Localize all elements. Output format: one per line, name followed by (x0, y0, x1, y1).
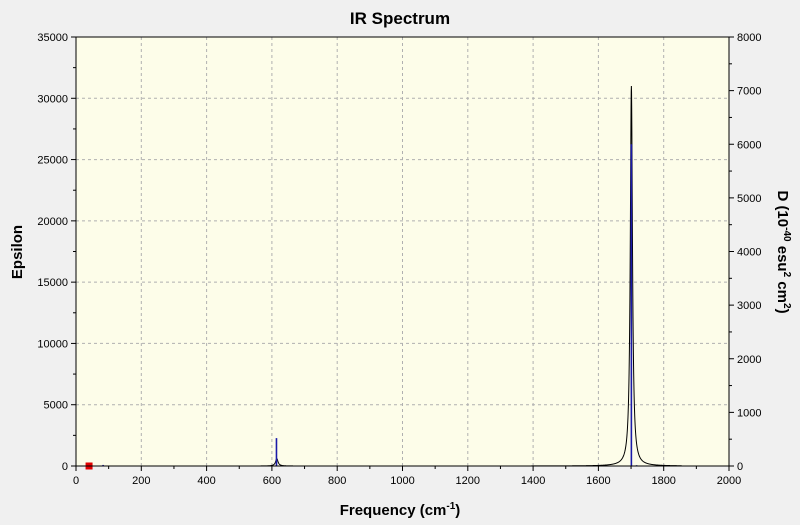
y-tick-label-4: 20000 (37, 216, 68, 228)
x-tick-label-1: 200 (132, 475, 150, 487)
x-tick-label-5: 1000 (390, 475, 414, 487)
y2-tick-label-1: 1000 (737, 407, 761, 419)
x-tick-label-10: 2000 (717, 475, 741, 487)
x-tick-label-7: 1400 (521, 475, 545, 487)
y-axis-ticks: 0 5000 10000 15000 20000 25000 30000 35000 (37, 32, 76, 473)
x-axis-label-end: ) (455, 502, 460, 519)
y-axis-label: Epsilon (9, 225, 26, 279)
ir-spectrum-chart[interactable]: 0 200 400 600 800 1000 1200 1400 1600 1800 2000 0 5… (0, 0, 800, 525)
x-tick-label-3: 600 (263, 475, 281, 487)
y-tick-label-2: 10000 (37, 338, 68, 350)
y2-axis-label-part-2: esu (774, 242, 791, 272)
y2-tick-label-4: 4000 (737, 247, 761, 259)
y2-axis-label-part-1: -40 (781, 227, 792, 242)
x-tick-label-8: 1600 (586, 475, 610, 487)
y2-axis-label-part-6: ) (774, 309, 791, 314)
x-axis-label: Frequency (cm-1) (340, 501, 461, 519)
y2-axis-label-part-4: cm (774, 277, 791, 303)
x-tick-label-2: 400 (197, 475, 215, 487)
y2-tick-label-2: 2000 (737, 354, 761, 366)
y2-axis-ticks: 0 1000 2000 3000 4000 5000 6000 7000 8000 (729, 32, 761, 473)
y-tick-label-0: 0 (62, 461, 68, 473)
y2-tick-label-7: 7000 (737, 86, 761, 98)
x-tick-label-4: 800 (328, 475, 346, 487)
ir-spectrum-window: 0 200 400 600 800 1000 1200 1400 1600 1800 2000 0 5… (0, 0, 800, 525)
y2-tick-label-3: 3000 (737, 300, 761, 312)
y-tick-label-3: 15000 (37, 277, 68, 289)
y2-tick-label-0: 0 (737, 461, 743, 473)
y-tick-label-1: 5000 (44, 400, 68, 412)
chart-title: IR Spectrum (350, 9, 450, 28)
y2-axis-label: D (10-40 esu2 cm2) (774, 190, 792, 313)
x-tick-label-9: 1800 (651, 475, 675, 487)
y2-axis-label-part-0: D (10 (774, 190, 791, 227)
y-tick-label-5: 25000 (37, 155, 68, 167)
x-tick-label-6: 1200 (456, 475, 480, 487)
y2-tick-label-8: 8000 (737, 32, 761, 44)
x-tick-label-0: 0 (73, 475, 79, 487)
x-axis-label-main: Frequency (cm (340, 502, 447, 519)
y-tick-label-7: 35000 (37, 32, 68, 44)
y2-tick-label-5: 5000 (737, 193, 761, 205)
x-axis-ticks: 0 200 400 600 800 1000 1200 1400 1600 1800 2000 (73, 466, 741, 487)
y-tick-label-6: 30000 (37, 93, 68, 105)
y2-tick-label-6: 6000 (737, 139, 761, 151)
